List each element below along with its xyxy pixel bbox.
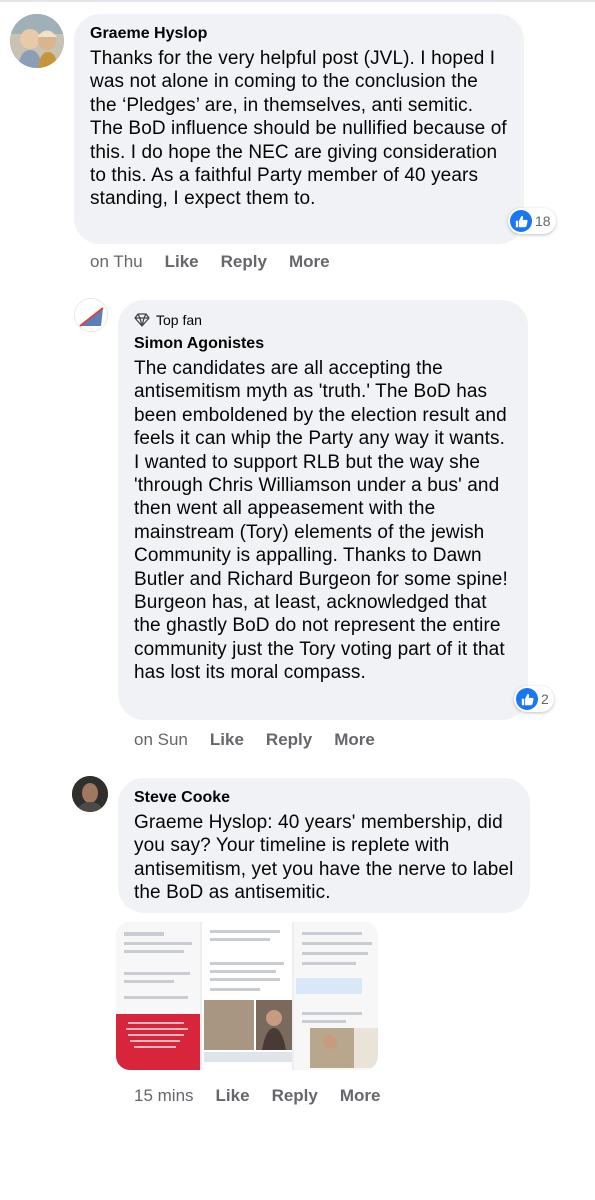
more-button[interactable]: More (340, 1086, 381, 1106)
comment-actions: on Sun Like Reply More (134, 730, 397, 750)
comment-author[interactable]: Steve Cooke (134, 788, 514, 808)
comment-timestamp[interactable]: on Sun (134, 730, 188, 750)
comment-author[interactable]: Graeme Hyslop (90, 24, 508, 44)
more-button[interactable]: More (289, 252, 330, 272)
reply-button[interactable]: Reply (221, 252, 267, 272)
reaction-count-value: 2 (541, 691, 549, 707)
reaction-count-value: 18 (535, 213, 551, 229)
comment-bubble: Steve Cooke Graeme Hyslop: 40 years' mem… (118, 778, 530, 913)
comment-image-thumbnail[interactable] (116, 922, 378, 1070)
like-button[interactable]: Like (210, 730, 244, 750)
avatar-graeme[interactable] (10, 14, 64, 68)
reply-button[interactable]: Reply (266, 730, 312, 750)
comment-timestamp[interactable]: on Thu (90, 252, 143, 272)
top-divider (0, 0, 595, 2)
comment-timestamp[interactable]: 15 mins (134, 1086, 194, 1106)
thumbs-up-icon (516, 688, 538, 710)
comment-text: Thanks for the very helpful post (JVL). … (90, 48, 507, 210)
comment-text: The candidates are all accepting the ant… (134, 358, 508, 684)
reply-button[interactable]: Reply (272, 1086, 318, 1106)
thumbs-up-icon (510, 210, 532, 232)
comment-author[interactable]: Simon Agonistes (134, 334, 512, 354)
comment-bubble: Graeme Hyslop Thanks for the very helpfu… (74, 14, 524, 244)
like-button[interactable]: Like (216, 1086, 250, 1106)
reaction-count[interactable]: 2 (514, 686, 554, 712)
comment-bubble: Top fan Simon Agonistes The candidates a… (118, 300, 528, 720)
reaction-count[interactable]: 18 (508, 208, 556, 234)
comment-text: Graeme Hyslop: 40 years' membership, did… (134, 812, 514, 904)
top-fan-label: Top fan (156, 312, 202, 328)
comment-actions: on Thu Like Reply More (90, 252, 352, 272)
more-button[interactable]: More (334, 730, 375, 750)
avatar-steve[interactable] (72, 776, 108, 812)
top-fan-badge: Top fan (134, 312, 512, 328)
comment-actions: 15 mins Like Reply More (134, 1086, 402, 1106)
avatar-simon[interactable] (74, 298, 108, 332)
like-button[interactable]: Like (165, 252, 199, 272)
diamond-icon (134, 313, 150, 327)
